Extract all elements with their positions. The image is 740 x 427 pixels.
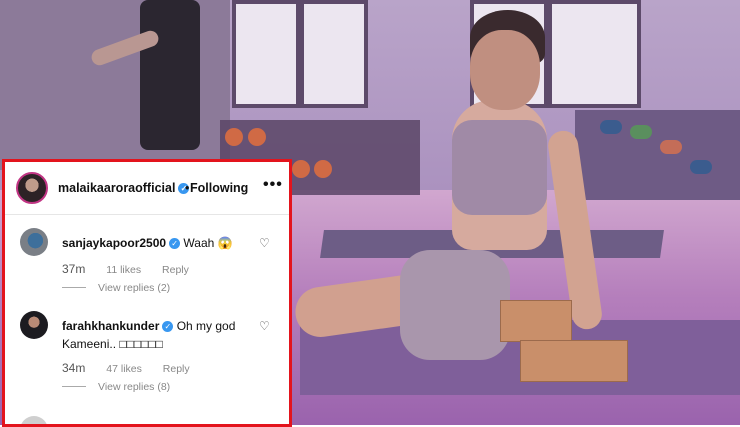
divider-line xyxy=(62,287,86,288)
comment-likes[interactable]: 47 likes xyxy=(106,363,142,375)
avatar[interactable] xyxy=(20,416,48,424)
comment-time: 37m xyxy=(62,262,86,276)
separator-dot: • xyxy=(185,181,190,195)
comment-meta: 37m 11 likes Reply xyxy=(62,262,207,276)
rolled-mat xyxy=(690,160,712,174)
comment-meta: 34m 47 likes Reply xyxy=(62,361,208,375)
yoga-block xyxy=(500,300,572,342)
divider-line xyxy=(62,386,86,387)
comments-panel: malaikaaroraofficial ✓ • Following ••• sa… xyxy=(2,159,292,427)
rolled-mat xyxy=(600,120,622,134)
window xyxy=(300,0,368,108)
heart-icon[interactable]: ♡ xyxy=(259,236,270,250)
verified-badge-icon: ✓ xyxy=(169,238,181,249)
window xyxy=(232,0,300,108)
avatar[interactable] xyxy=(20,311,48,339)
following-button[interactable]: Following xyxy=(190,181,248,195)
post-username[interactable]: malaikaaroraofficial ✓ xyxy=(58,181,190,195)
avatar[interactable] xyxy=(16,172,48,204)
comment-likes[interactable]: 11 likes xyxy=(106,264,141,276)
post-header: malaikaaroraofficial ✓ • Following ••• xyxy=(5,162,289,215)
comment-time: 34m xyxy=(62,361,86,375)
medicine-ball xyxy=(314,160,332,178)
rolled-mat xyxy=(630,125,652,139)
shocked-emoji-icon: 😱 xyxy=(217,236,233,250)
more-options-icon[interactable]: ••• xyxy=(263,176,283,194)
yoga-block xyxy=(520,340,628,382)
view-replies-button[interactable]: View replies (8) xyxy=(62,381,170,393)
view-replies-button[interactable]: View replies (2) xyxy=(62,282,170,294)
reply-button[interactable]: Reply xyxy=(163,363,190,375)
comment-username[interactable]: sanjaykapoor2500 xyxy=(62,236,166,250)
window xyxy=(548,0,641,108)
heart-icon[interactable]: ♡ xyxy=(259,319,270,333)
comment-text: sanjaykapoor2500 ✓ Waah 😱 xyxy=(62,234,247,252)
rolled-mat xyxy=(660,140,682,154)
medicine-ball xyxy=(248,128,266,146)
comment-body: Waah xyxy=(183,236,215,250)
comment-username[interactable]: farahkhankunder xyxy=(62,319,159,333)
avatar[interactable] xyxy=(20,228,48,256)
comment-text: farahkhankunder ✓ Oh my god Kameeni.. □□□… xyxy=(62,317,247,353)
trainer-figure xyxy=(80,0,230,160)
medicine-ball xyxy=(292,160,310,178)
verified-badge-icon: ✓ xyxy=(162,321,174,332)
reply-button[interactable]: Reply xyxy=(162,264,189,276)
